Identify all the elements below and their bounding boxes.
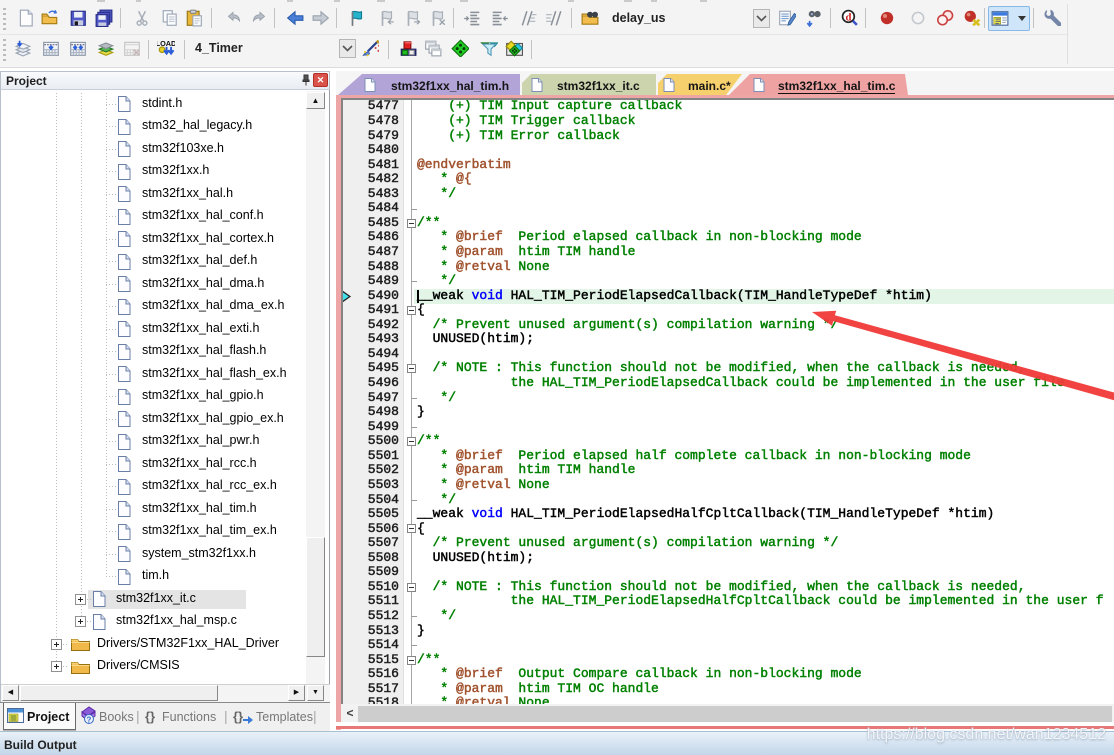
- svg-text:LOAD: LOAD: [157, 39, 175, 48]
- svg-text:d: d: [845, 11, 851, 23]
- svg-text:?: ?: [87, 716, 92, 725]
